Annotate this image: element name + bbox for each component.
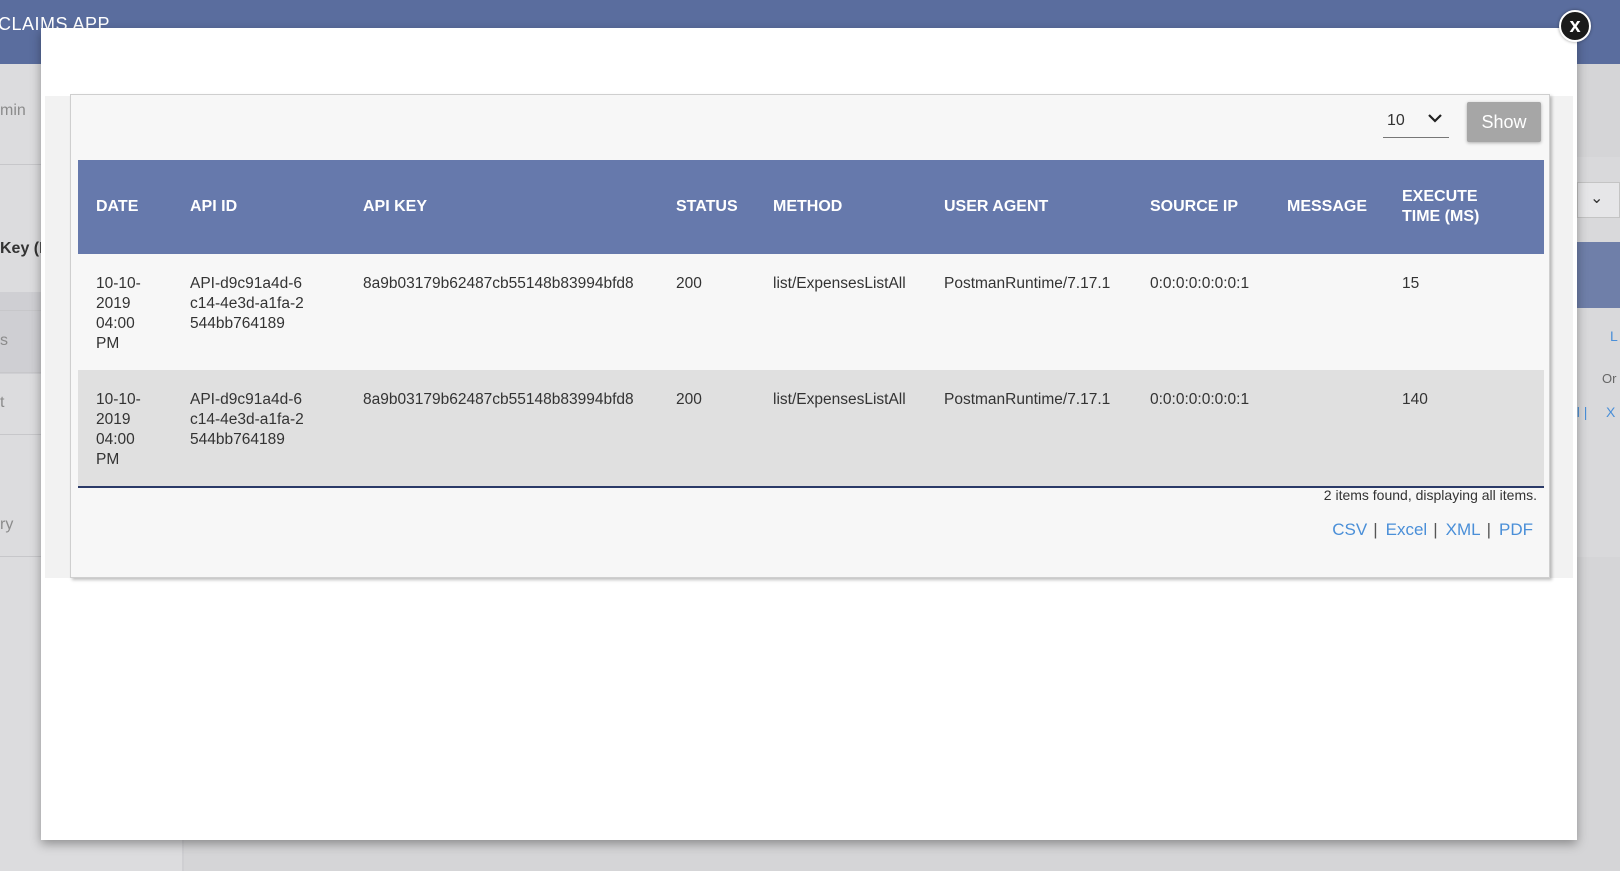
cell-method: list/ExpensesListAll (755, 254, 926, 370)
sidebar-fragment: min (0, 102, 26, 119)
items-found-text: 2 items found, displaying all items. (1323, 487, 1537, 503)
column-header-method: METHOD (755, 160, 926, 254)
close-icon: x (1569, 14, 1581, 37)
cell-method: list/ExpensesListAll (755, 370, 926, 488)
right-fragment: L (1610, 328, 1618, 344)
right-blue-block (1577, 242, 1620, 308)
cell-status: 200 (658, 370, 755, 488)
sidebar-fragment: t (0, 394, 5, 411)
chevron-down-icon (1427, 110, 1443, 129)
cell-date: 10-10-2019 04:00 PM (78, 254, 172, 370)
right-fragment: Or (1602, 371, 1617, 386)
column-header-status: STATUS (658, 160, 755, 254)
close-modal-button[interactable]: x (1559, 10, 1591, 42)
page-size-select[interactable]: 10 (1383, 104, 1449, 138)
table-row: 10-10-2019 04:00 PM API-d9c91a4d-6c14-4e… (78, 370, 1544, 488)
separator: | (1486, 520, 1491, 539)
show-button[interactable]: Show (1467, 102, 1541, 142)
cell-api-key: 8a9b03179b62487cb55148b83994bfd8 (345, 254, 658, 370)
cell-date: 10-10-2019 04:00 PM (78, 370, 172, 488)
column-header-api-key: API KEY (345, 160, 658, 254)
api-log-panel: 10 Show DATE API ID API KEY STATUS METHO… (70, 94, 1550, 578)
cell-user-agent: PostmanRuntime/7.17.1 (926, 254, 1132, 370)
chevron-down-icon: ⌄ (1590, 190, 1604, 207)
column-header-source-ip: SOURCE IP (1132, 160, 1269, 254)
export-excel-link[interactable]: Excel (1386, 520, 1428, 539)
cell-execute-time: 15 (1384, 254, 1544, 370)
cell-api-id: API-d9c91a4d-6c14-4e3d-a1fa-2544bb764189 (172, 254, 345, 370)
column-header-api-id: API ID (172, 160, 345, 254)
column-header-execute-time: EXECUTE TIME (MS) (1384, 160, 1544, 254)
cell-message (1269, 370, 1384, 488)
sidebar-fragment: s (0, 332, 8, 349)
column-header-message: MESSAGE (1269, 160, 1384, 254)
export-links: CSV | Excel | XML | PDF (1332, 520, 1533, 540)
cell-api-id: API-d9c91a4d-6c14-4e3d-a1fa-2544bb764189 (172, 370, 345, 488)
api-log-modal: 10 Show DATE API ID API KEY STATUS METHO… (41, 28, 1577, 840)
cell-source-ip: 0:0:0:0:0:0:0:1 (1132, 370, 1269, 488)
separator: | (1433, 520, 1438, 539)
table-row: 10-10-2019 04:00 PM API-d9c91a4d-6c14-4e… (78, 254, 1544, 370)
separator: | (1373, 520, 1378, 539)
column-header-date: DATE (78, 160, 172, 254)
sidebar-fragment: ry (0, 516, 14, 533)
cell-status: 200 (658, 254, 755, 370)
cell-api-key: 8a9b03179b62487cb55148b83994bfd8 (345, 370, 658, 488)
cell-message (1269, 254, 1384, 370)
cell-user-agent: PostmanRuntime/7.17.1 (926, 370, 1132, 488)
api-log-table: DATE API ID API KEY STATUS METHOD USER A… (78, 160, 1544, 488)
cell-execute-time: 140 (1384, 370, 1544, 488)
page-size-value: 10 (1387, 111, 1405, 129)
cell-source-ip: 0:0:0:0:0:0:0:1 (1132, 254, 1269, 370)
export-csv-link[interactable]: CSV (1332, 520, 1367, 539)
right-fragment: X (1606, 404, 1616, 420)
table-header-row: DATE API ID API KEY STATUS METHOD USER A… (78, 160, 1544, 254)
export-xml-link[interactable]: XML (1446, 520, 1481, 539)
column-header-user-agent: USER AGENT (926, 160, 1132, 254)
export-pdf-link[interactable]: PDF (1499, 520, 1533, 539)
